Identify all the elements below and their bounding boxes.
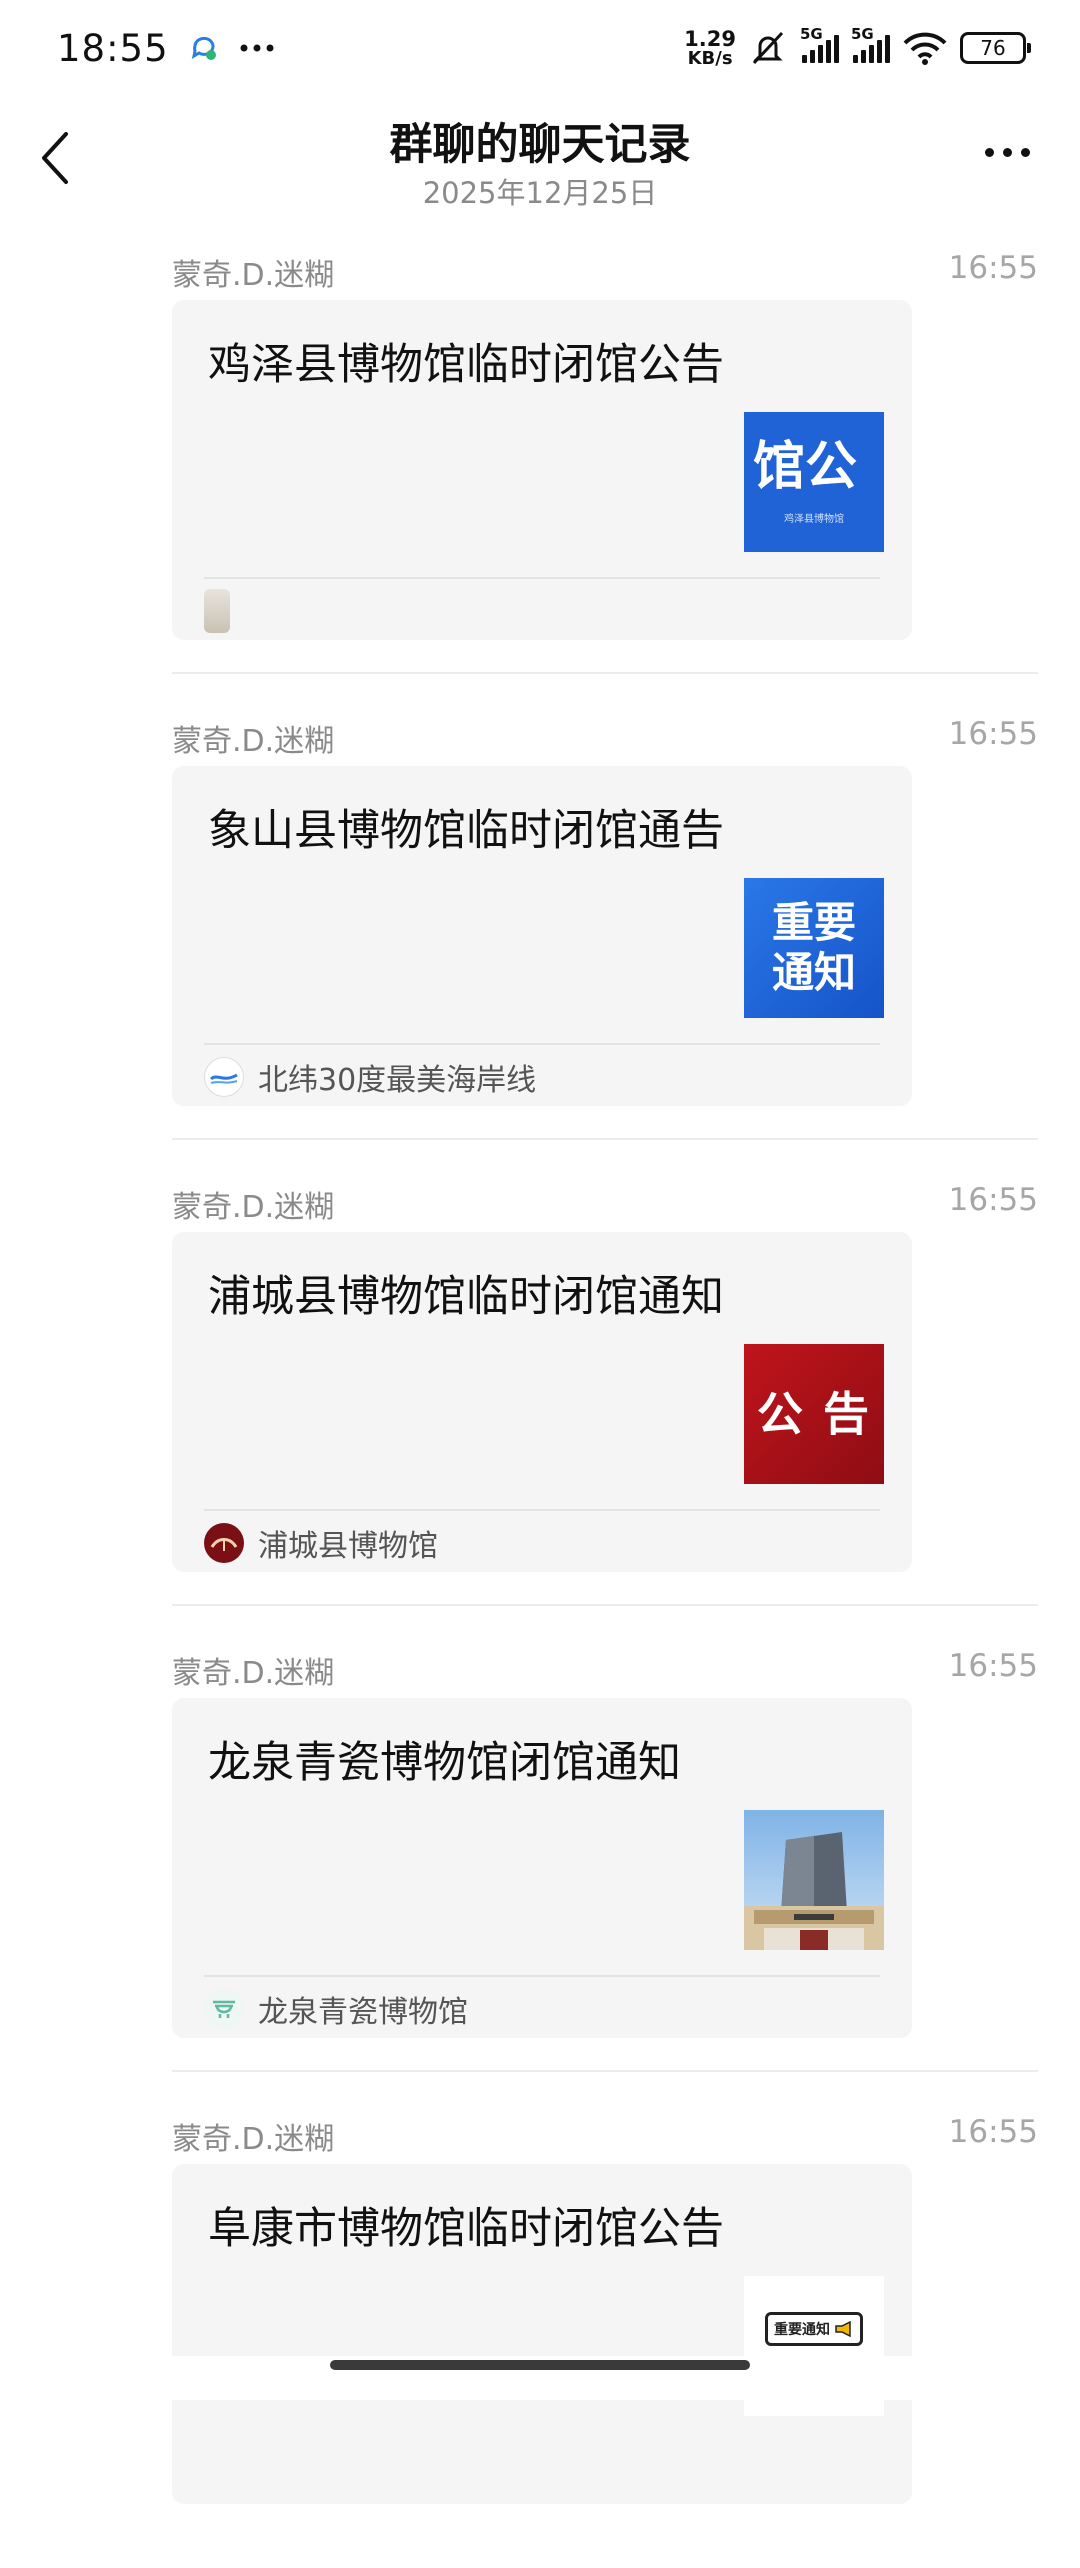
signal-5g-2-label: 5G	[851, 25, 874, 43]
source-name: 龙泉青瓷博物馆	[258, 1995, 468, 2030]
article-title: 龙泉青瓷博物馆闭馆通知	[208, 1738, 681, 1788]
thumbnail-text: 重要	[771, 897, 856, 947]
museum-building-photo	[744, 1832, 884, 1950]
source-logo	[204, 1523, 244, 1563]
battery-indicator: 76	[960, 32, 1031, 64]
message-time: 16:55	[948, 716, 1038, 752]
message-time: 16:55	[948, 250, 1038, 286]
battery-level: 76	[980, 36, 1006, 60]
sender-name: 蒙奇.D.迷糊	[172, 2122, 335, 2157]
net-speed-unit: KB/s	[687, 47, 733, 69]
card-divider	[204, 577, 880, 579]
message-item: 蒙奇.D.迷糊 16:55 浦城县博物馆临时闭馆通知 公 告 浦城县博物馆	[0, 1170, 1080, 1636]
home-indicator[interactable]	[330, 2360, 750, 2370]
page-title: 群聊的聊天记录	[389, 120, 691, 170]
status-time: 18:55	[57, 26, 169, 70]
chat-bubble-icon	[191, 36, 216, 60]
thumbnail-text: 公 告	[756, 1386, 871, 1441]
article-thumbnail: 重要 通知	[744, 878, 884, 1018]
divider	[172, 672, 1038, 674]
article-source: 北纬30度最美海岸线	[204, 1052, 536, 1102]
message-time: 16:55	[948, 1182, 1038, 1218]
thumbnail-text: 重要通知	[774, 2322, 830, 2338]
status-bar: 18:55 1.29 KB/s 5G 5G 76	[0, 0, 1080, 96]
article-card[interactable]: 象山县博物馆临时闭馆通告 重要 通知 北纬30度最美海岸线	[172, 766, 912, 1106]
article-title: 浦城县博物馆临时闭馆通知	[208, 1272, 724, 1322]
thumbnail-text: 馆公	[752, 436, 857, 497]
source-logo	[204, 589, 230, 633]
sender-name: 蒙奇.D.迷糊	[172, 1656, 335, 1691]
article-title: 阜康市博物馆临时闭馆公告	[208, 2204, 724, 2254]
divider	[172, 1138, 1038, 1140]
chat-history-header: 群聊的聊天记录 2025年12月25日	[0, 96, 1080, 226]
message-time: 16:55	[948, 1648, 1038, 1684]
article-title: 鸡泽县博物馆临时闭馆公告	[208, 340, 724, 390]
museum-logo-icon	[210, 1538, 238, 1551]
mute-bell-icon	[752, 31, 784, 65]
article-source: 龙泉青瓷博物馆	[204, 1984, 468, 2034]
article-card[interactable]: 鸡泽县博物馆临时闭馆公告 馆公 鸡泽县博物馆	[172, 300, 912, 640]
wifi-icon	[903, 32, 947, 65]
article-source	[204, 586, 244, 636]
source-name: 北纬30度最美海岸线	[258, 1063, 537, 1098]
divider	[172, 2070, 1038, 2072]
message-item: 蒙奇.D.迷糊 16:55 象山县博物馆临时闭馆通告 重要 通知 北纬30度最美…	[0, 704, 1080, 1170]
megaphone-icon	[835, 2321, 851, 2337]
source-logo	[204, 1989, 244, 2029]
more-notifications-icon	[240, 44, 274, 52]
signal-5g-1-icon: 5G	[800, 25, 839, 63]
article-thumbnail: 馆公 鸡泽县博物馆	[744, 412, 884, 552]
message-item: 蒙奇.D.迷糊 16:55 鸡泽县博物馆临时闭馆公告 馆公 鸡泽县博物馆	[0, 238, 1080, 704]
source-name: 浦城县博物馆	[258, 1529, 438, 1564]
sender-name: 蒙奇.D.迷糊	[172, 258, 335, 293]
message-item: 蒙奇.D.迷糊 16:55 阜康市博物馆临时闭馆公告 重要通知	[0, 2102, 1080, 2568]
coastline-logo-icon	[209, 1073, 238, 1084]
article-thumbnail: 公 告	[744, 1344, 884, 1484]
article-card[interactable]: 浦城县博物馆临时闭馆通知 公 告 浦城县博物馆	[172, 1232, 912, 1572]
article-title: 象山县博物馆临时闭馆通告	[208, 806, 724, 856]
signal-5g-2-icon: 5G	[851, 25, 890, 63]
article-card[interactable]: 阜康市博物馆临时闭馆公告 重要通知	[172, 2164, 912, 2504]
card-divider	[204, 1043, 880, 1045]
article-source: 浦城县博物馆	[204, 1518, 438, 1568]
net-speed-value: 1.29	[684, 26, 736, 51]
divider	[172, 1604, 1038, 1606]
source-logo	[204, 1057, 244, 1097]
thumbnail-subtext: 鸡泽县博物馆	[784, 514, 844, 526]
message-list: 蒙奇.D.迷糊 16:55 鸡泽县博物馆临时闭馆公告 馆公 鸡泽县博物馆 蒙奇.…	[0, 238, 1080, 2568]
sender-name: 蒙奇.D.迷糊	[172, 1190, 335, 1225]
message-time: 16:55	[948, 2114, 1038, 2150]
card-divider	[204, 1509, 880, 1511]
page-date: 2025年12月25日	[422, 176, 658, 210]
article-thumbnail	[744, 1810, 884, 1950]
more-options-icon[interactable]	[985, 148, 1030, 157]
signal-5g-1-label: 5G	[800, 25, 823, 43]
card-divider	[204, 1975, 880, 1977]
article-card[interactable]: 龙泉青瓷博物馆闭馆通知 龙泉青瓷博物馆	[172, 1698, 912, 2038]
net-speed: 1.29 KB/s	[684, 26, 736, 69]
celadon-vase-logo-icon	[213, 2000, 235, 2018]
thumbnail-text-2: 通知	[771, 948, 856, 997]
notice-sign: 重要通知	[765, 2312, 863, 2346]
message-item: 蒙奇.D.迷糊 16:55 龙泉青瓷博物馆闭馆通知 龙泉青瓷博物馆	[0, 1636, 1080, 2102]
sender-name: 蒙奇.D.迷糊	[172, 724, 335, 759]
